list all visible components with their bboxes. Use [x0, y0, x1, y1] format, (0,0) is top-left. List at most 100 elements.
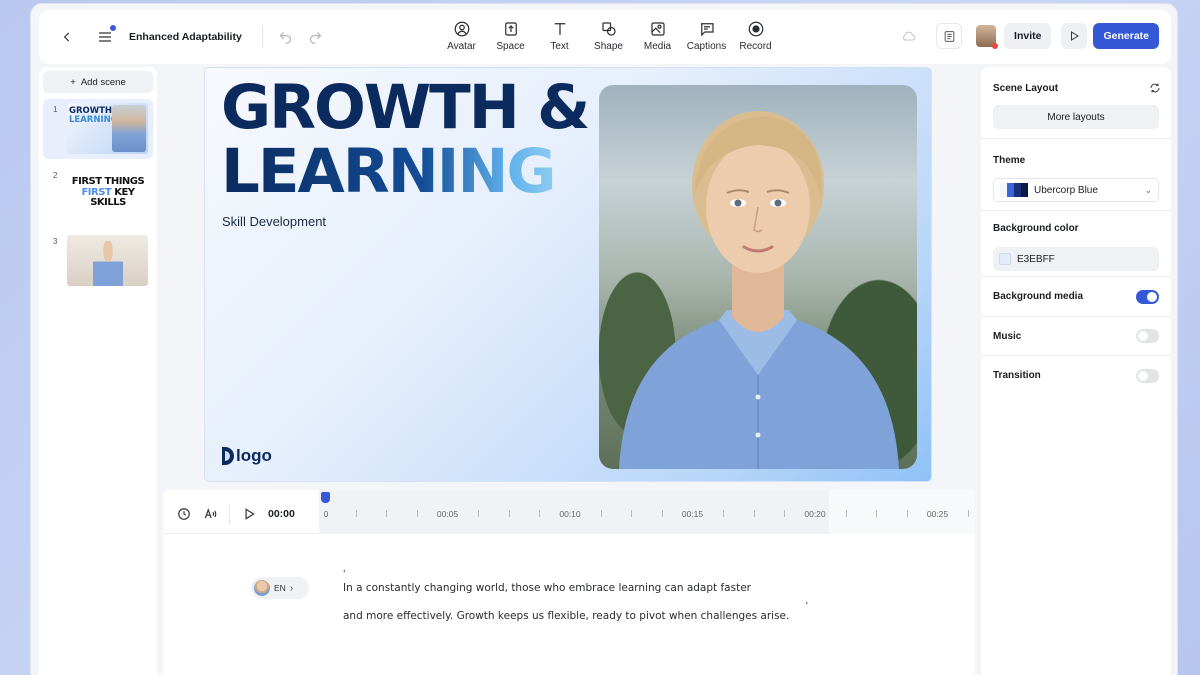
- back-arrow-icon[interactable]: [57, 27, 77, 47]
- swatch: [1007, 183, 1014, 197]
- record-icon: [748, 21, 763, 37]
- divider: [229, 504, 230, 524]
- preview-play-icon[interactable]: [1061, 23, 1088, 49]
- chevron-down-icon: ⌄: [1144, 184, 1152, 195]
- divider: [261, 26, 263, 48]
- timeline-ruler[interactable]: 0 00:05 00:10 00:15 00:20 00:25: [319, 490, 975, 534]
- title-line-1: GROWTH &: [221, 72, 590, 143]
- space-icon: [504, 22, 517, 36]
- background-media-row: Background media: [981, 277, 1171, 317]
- timeline-tick: [478, 510, 480, 517]
- scenes-panel: + Add scene 1 GROWTH & LEARNING 2 FIRST …: [39, 67, 157, 675]
- tool-label: Text: [550, 41, 569, 52]
- script-end-marker-icon: ◑: [804, 600, 809, 607]
- script-line-1[interactable]: In a constantly changing world, those wh…: [343, 582, 751, 594]
- more-layouts-button[interactable]: More layouts: [993, 105, 1159, 129]
- voice-speed-icon[interactable]: [203, 507, 217, 521]
- swatch: [1021, 183, 1028, 197]
- scene-number: 2: [53, 171, 58, 180]
- tool-text[interactable]: Text: [535, 20, 584, 52]
- background-color-section: Background color E3EBFF: [981, 211, 1171, 277]
- tool-label: Captions: [686, 41, 727, 52]
- tool-label: Space: [496, 41, 525, 52]
- editor-window: Enhanced Adaptability Avatar Space Text: [30, 3, 1178, 675]
- timeline-mark-label: 00:25: [926, 509, 949, 519]
- menu-icon[interactable]: [95, 25, 116, 47]
- tool-shape[interactable]: Shape: [584, 20, 633, 52]
- thumb-title: FIRST THINGS FIRST KEY SKILLS: [70, 176, 146, 209]
- logo[interactable]: logo: [222, 446, 272, 466]
- tool-label: Media: [643, 41, 672, 52]
- thumb-word: FIRST: [81, 186, 112, 198]
- tool-media[interactable]: Media: [633, 20, 682, 52]
- scene-item-2[interactable]: 2 FIRST THINGS FIRST KEY SKILLS: [43, 165, 153, 225]
- timeline-play-icon[interactable]: [242, 507, 256, 521]
- slide-subtitle[interactable]: Skill Development: [222, 214, 326, 229]
- thumb-word: KEY: [114, 186, 135, 198]
- tool-record[interactable]: Record: [731, 20, 780, 52]
- tool-captions[interactable]: Captions: [682, 20, 731, 52]
- scene-layout-section: Scene Layout More layouts: [981, 67, 1171, 139]
- plus-icon: +: [70, 76, 76, 88]
- bg-media-label: Background media: [993, 291, 1084, 302]
- redo-icon[interactable]: [307, 28, 325, 46]
- avatar-video-frame[interactable]: [599, 85, 917, 469]
- add-scene-label: Add scene: [80, 76, 126, 88]
- thumb-avatar-image: [93, 241, 123, 286]
- clock-icon[interactable]: [177, 507, 191, 521]
- timeline-tick: [906, 510, 908, 517]
- slide-canvas[interactable]: GROWTH & LEARNING Skill Development logo: [205, 68, 931, 481]
- tool-avatar[interactable]: Avatar: [437, 20, 486, 52]
- timeline-tick: [723, 510, 725, 517]
- thumb-line: SKILLS: [90, 197, 126, 208]
- notification-dot: [110, 25, 116, 31]
- theme-section: Theme Ubercorp Blue ⌄: [981, 139, 1171, 211]
- timeline-tick: [845, 510, 847, 517]
- add-scene-button[interactable]: + Add scene: [43, 71, 153, 93]
- slide-title[interactable]: GROWTH & LEARNING: [221, 72, 590, 204]
- timeline: 00:00 0 00:05 00:10 00:15 00:20 00:25: [163, 490, 975, 534]
- current-time: 00:00: [268, 508, 295, 520]
- avatar-icon: [454, 21, 469, 37]
- generate-button[interactable]: Generate: [1093, 23, 1159, 49]
- timeline-tick: [416, 510, 418, 517]
- undo-icon[interactable]: [277, 28, 295, 46]
- script-editor[interactable]: EN › ◐ In a constantly changing world, t…: [163, 534, 975, 675]
- timeline-tick: [876, 510, 878, 517]
- properties-panel: Scene Layout More layouts Theme Ubercorp…: [981, 67, 1171, 675]
- refresh-icon[interactable]: [1149, 81, 1161, 93]
- timeline-tick: [753, 510, 755, 517]
- timeline-tick: [784, 510, 786, 517]
- voice-language-selector[interactable]: EN ›: [251, 577, 309, 599]
- timeline-mark-label: 00:20: [804, 509, 826, 519]
- notes-icon[interactable]: [936, 23, 963, 49]
- theme-dropdown[interactable]: Ubercorp Blue ⌄: [993, 178, 1159, 202]
- swatch: [1000, 183, 1007, 197]
- invite-button[interactable]: Invite: [1004, 23, 1052, 49]
- scene-number: 1: [53, 105, 58, 114]
- theme-swatches: [1000, 183, 1028, 197]
- bg-color-field[interactable]: E3EBFF: [993, 247, 1159, 271]
- script-line-2[interactable]: and more effectively. Growth keeps us fl…: [343, 610, 789, 622]
- avatar-presenter-image: [619, 111, 899, 469]
- bg-media-toggle[interactable]: [1136, 289, 1159, 304]
- timeline-tick: [508, 510, 510, 517]
- user-avatar[interactable]: [976, 25, 999, 49]
- music-label: Music: [993, 330, 1022, 342]
- top-toolbar: Enhanced Adaptability Avatar Space Text: [39, 10, 1171, 64]
- captions-icon: [700, 23, 714, 37]
- transition-toggle[interactable]: [1136, 368, 1159, 383]
- timeline-tick: [355, 510, 357, 517]
- color-swatch: [999, 253, 1011, 265]
- scene-item-3[interactable]: 3: [43, 231, 153, 291]
- tool-label: Shape: [594, 41, 623, 52]
- logo-mark-icon: [222, 447, 234, 465]
- media-icon: [650, 22, 665, 36]
- timeline-tick: [539, 510, 541, 517]
- theme-title: Theme: [993, 155, 1026, 166]
- music-toggle[interactable]: [1136, 329, 1159, 343]
- scene-item-1[interactable]: 1 GROWTH & LEARNING: [43, 99, 153, 159]
- tool-space[interactable]: Space: [486, 20, 535, 52]
- project-title[interactable]: Enhanced Adaptability: [129, 31, 242, 43]
- playhead-handle[interactable]: [321, 492, 330, 503]
